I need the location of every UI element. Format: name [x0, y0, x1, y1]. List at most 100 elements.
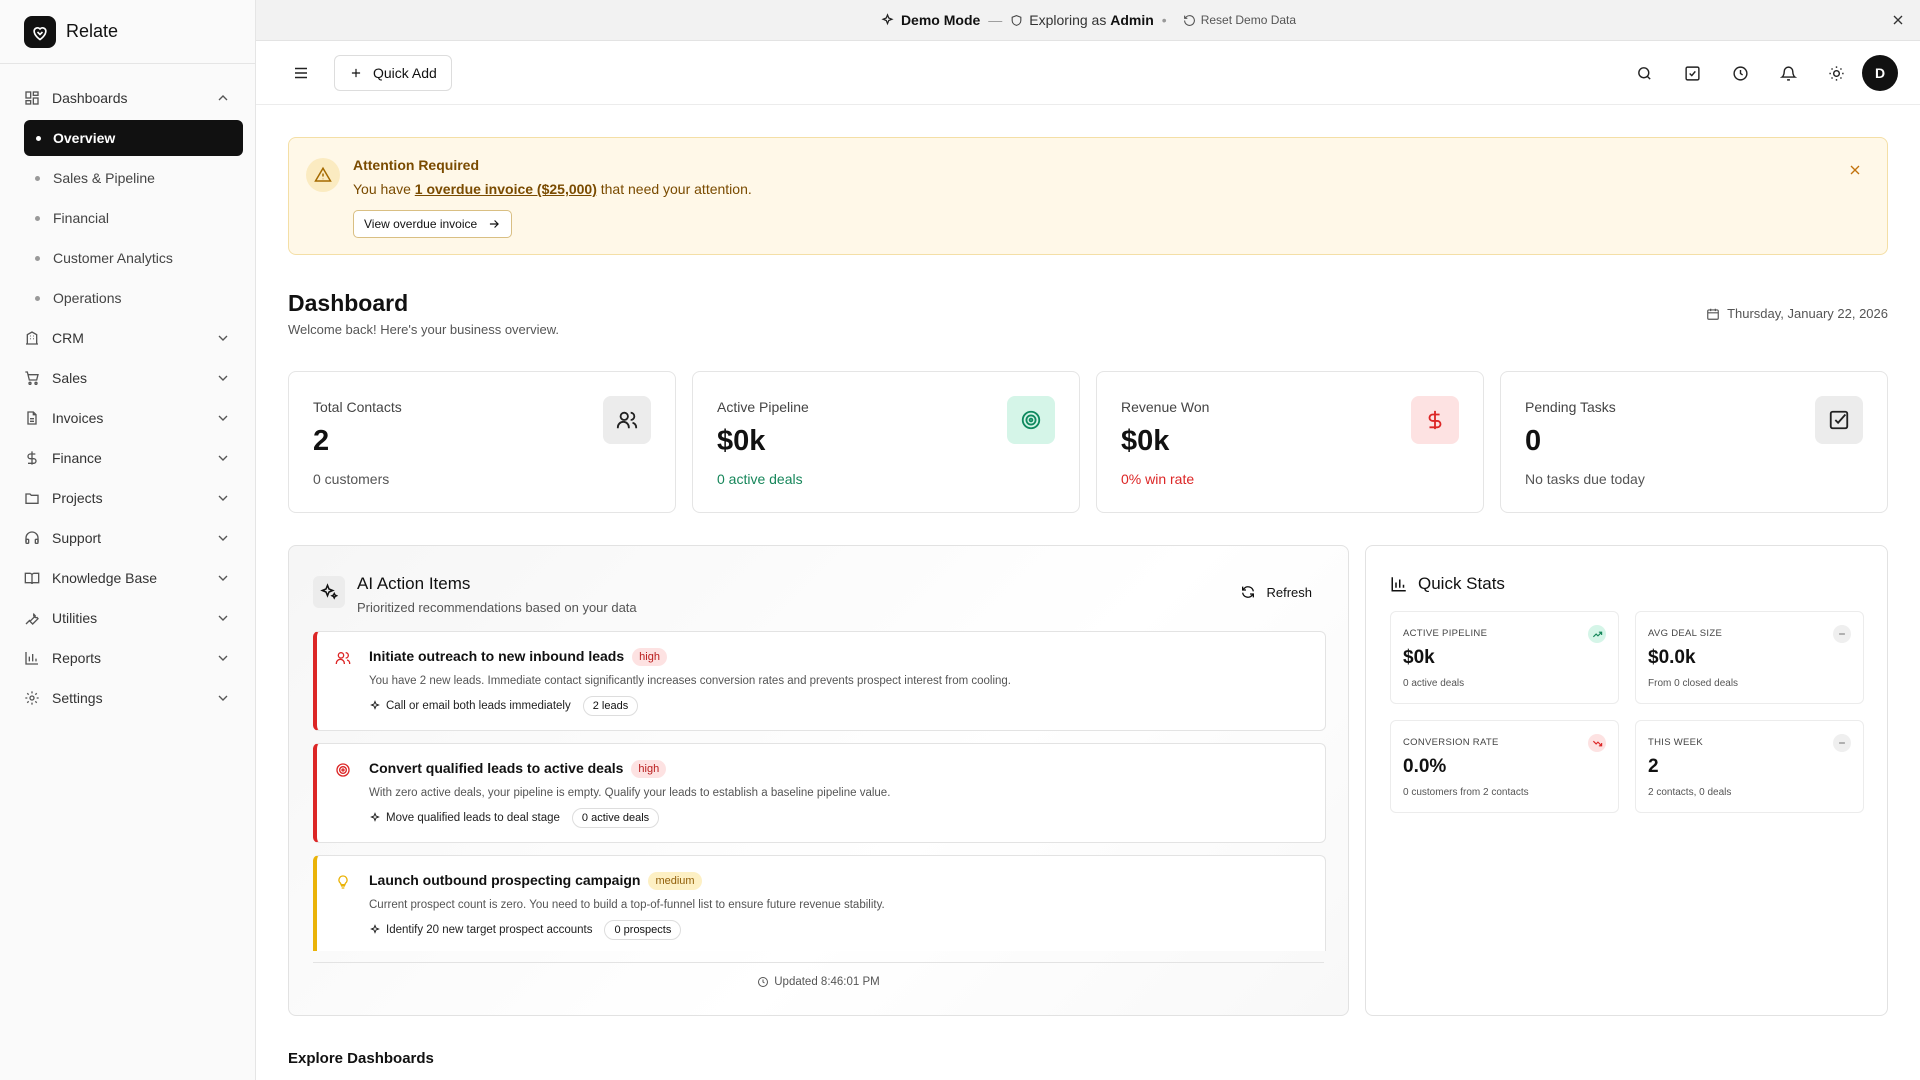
sidebar-group-label: Knowledge Base — [52, 570, 158, 586]
kpi-card-revenue-won[interactable]: Revenue Won $0k 0% win rate — [1096, 371, 1484, 513]
stat-sub: 0 active deals — [1403, 678, 1465, 689]
folder-icon — [25, 493, 39, 504]
stat-label: ACTIVE PIPELINE — [1403, 628, 1488, 639]
action-item[interactable]: Launch outbound prospecting campaign medi… — [313, 855, 1326, 951]
stat-card-conversion-rate[interactable]: CONVERSION RATE 0.0% 0 customers from 2 … — [1390, 720, 1619, 813]
sidebar-group-sales[interactable]: Sales — [0, 358, 255, 398]
chevron-down-icon — [218, 575, 228, 581]
sidebar-group-label: Dashboards — [52, 90, 128, 106]
search-icon — [1637, 66, 1651, 80]
notifications-button[interactable] — [1764, 55, 1812, 91]
clock-icon — [1732, 65, 1748, 81]
quick-add-button[interactable]: Quick Add — [334, 54, 452, 91]
sidebar-group-finance[interactable]: Finance — [0, 438, 255, 478]
sidebar-item-label: Sales & Pipeline — [53, 170, 155, 186]
exploring-label: Exploring as — [1029, 12, 1107, 28]
avatar[interactable]: D — [1862, 55, 1898, 91]
close-icon[interactable] — [1847, 162, 1863, 178]
stat-label: CONVERSION RATE — [1403, 737, 1499, 748]
kpi-value: $0k — [1121, 425, 1170, 457]
kpi-value: 0 — [1525, 425, 1542, 457]
kpi-card-total-contacts[interactable]: Total Contacts 2 0 customers — [288, 371, 676, 513]
chevron-down-icon — [218, 375, 228, 381]
sidebar-item-label: Overview — [53, 130, 116, 146]
sidebar-group-settings[interactable]: Settings — [0, 678, 255, 718]
action-item-step-text: Move qualified leads to deal stage — [386, 812, 560, 824]
sidebar-group-label: Utilities — [52, 610, 98, 626]
sidebar-group-label: Invoices — [52, 410, 104, 426]
action-item[interactable]: Initiate outreach to new inbound leads hi… — [313, 631, 1326, 731]
kpi-value: $0k — [717, 425, 766, 457]
kpi-card-active-pipeline[interactable]: Active Pipeline $0k 0 active deals — [692, 371, 1080, 513]
action-item-title-text: Convert qualified leads to active deals — [369, 760, 624, 776]
sidebar-group-support[interactable]: Support — [0, 518, 255, 558]
sparkles-icon — [313, 576, 345, 608]
chevron-down-icon — [218, 535, 228, 541]
sidebar-group-crm[interactable]: CRM — [0, 318, 255, 358]
action-item-next-step: Call or email both leads immediately 2 l… — [369, 696, 639, 716]
kpi-card-pending-tasks[interactable]: Pending Tasks 0 No tasks due today — [1500, 371, 1888, 513]
theme-toggle[interactable] — [1812, 55, 1860, 91]
sidebar-nav: Dashboards Overview Sales & Pipeline Fin… — [0, 64, 255, 718]
building-icon — [26, 331, 38, 345]
chevron-down-icon — [218, 695, 228, 701]
history-button[interactable] — [1716, 55, 1764, 91]
sidebar-group-reports[interactable]: Reports — [0, 638, 255, 678]
chevron-up-icon — [218, 95, 228, 101]
file-text-icon — [27, 411, 37, 425]
demo-mode-label: Demo Mode — [900, 12, 981, 28]
view-overdue-invoice-button[interactable]: View overdue invoice — [353, 210, 513, 238]
action-item-next-step: Move qualified leads to deal stage 0 act… — [369, 808, 660, 828]
action-item-description: With zero active deals, your pipeline is… — [369, 787, 891, 799]
chevron-down-icon — [218, 615, 228, 621]
search-button[interactable] — [1620, 55, 1668, 91]
sidebar-group-invoices[interactable]: Invoices — [0, 398, 255, 438]
action-item-description: You have 2 new leads. Immediate contact … — [369, 675, 1012, 687]
overdue-invoice-link[interactable]: 1 overdue invoice ($25,000) — [415, 181, 597, 197]
kpi-label: Active Pipeline — [717, 399, 809, 415]
sidebar-group-label: Finance — [52, 450, 102, 466]
topbar: Quick Add D — [256, 41, 1920, 105]
ai-updated-timestamp: Updated 8:46:01 PM — [289, 976, 1348, 988]
chevron-down-icon — [218, 655, 228, 661]
reset-demo-button[interactable]: Reset Demo Data — [1183, 13, 1296, 27]
close-icon[interactable] — [1890, 12, 1906, 28]
brand[interactable]: Relate — [0, 0, 255, 64]
sidebar-item-financial[interactable]: Financial — [0, 198, 255, 238]
sidebar-item-operations[interactable]: Operations — [0, 278, 255, 318]
separator: — — [988, 12, 1003, 28]
quick-stats-title-text: Quick Stats — [1418, 574, 1505, 593]
stat-label: AVG DEAL SIZE — [1648, 628, 1723, 639]
users-icon — [603, 396, 651, 444]
divider — [313, 962, 1324, 963]
sidebar-group-utilities[interactable]: Utilities — [0, 598, 255, 638]
tasks-button[interactable] — [1668, 55, 1716, 91]
stat-card-avg-deal-size[interactable]: AVG DEAL SIZE $0.0k From 0 closed deals — [1635, 611, 1864, 704]
action-item[interactable]: Convert qualified leads to active deals h… — [313, 743, 1326, 843]
menu-icon[interactable] — [292, 64, 310, 82]
stat-value: $0.0k — [1648, 647, 1696, 668]
alert-message-prefix: You have — [353, 181, 411, 197]
attention-alert: Attention Required You have 1 overdue in… — [288, 137, 1888, 255]
action-item-title-text: Initiate outreach to new inbound leads — [369, 648, 625, 664]
sidebar-item-customer-analytics[interactable]: Customer Analytics — [0, 238, 255, 278]
sidebar-item-label: Customer Analytics — [53, 250, 173, 266]
sidebar-group-knowledge-base[interactable]: Knowledge Base — [0, 558, 255, 598]
bullet-icon — [35, 256, 40, 261]
target-icon — [1007, 396, 1055, 444]
action-item-title: Launch outbound prospecting campaign medi… — [369, 872, 702, 890]
dollar-icon — [27, 451, 37, 465]
sidebar-item-sales-pipeline[interactable]: Sales & Pipeline — [0, 158, 255, 198]
refresh-button[interactable]: Refresh — [1240, 584, 1312, 600]
alert-message: You have 1 overdue invoice ($25,000) tha… — [353, 181, 752, 197]
stat-value: 0.0% — [1403, 756, 1447, 777]
stat-card-active-pipeline[interactable]: ACTIVE PIPELINE $0k 0 active deals — [1390, 611, 1619, 704]
sidebar-group-projects[interactable]: Projects — [0, 478, 255, 518]
sidebar-group-label: Reports — [52, 650, 102, 666]
sidebar-item-overview[interactable]: Overview — [24, 120, 243, 156]
stat-card-this-week[interactable]: THIS WEEK 2 2 contacts, 0 deals — [1635, 720, 1864, 813]
sidebar-group-dashboards[interactable]: Dashboards — [0, 78, 255, 118]
kpi-sub: 0 customers — [313, 471, 390, 487]
kpi-sub: 0 active deals — [717, 471, 803, 487]
sidebar-group-label: Sales — [52, 370, 88, 386]
